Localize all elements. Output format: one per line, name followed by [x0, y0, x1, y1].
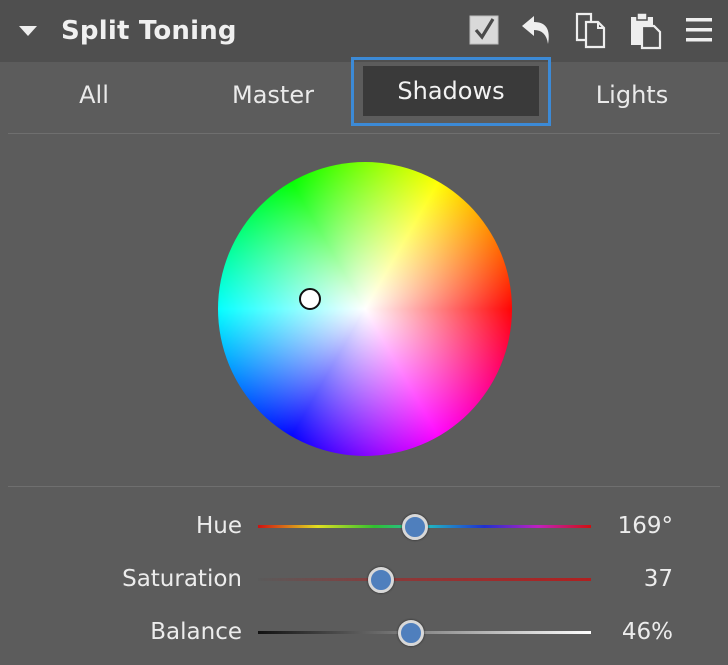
panel-header: Split Toning	[0, 0, 728, 62]
divider	[8, 133, 720, 134]
hue-slider-knob[interactable]	[401, 514, 428, 540]
panel-title: Split Toning	[61, 16, 237, 46]
undo-icon[interactable]	[520, 10, 554, 50]
saturation-slider-track[interactable]	[258, 578, 591, 581]
balance-label: Balance	[150, 619, 242, 645]
saturation-value[interactable]: 37	[644, 566, 673, 592]
collapse-arrow-icon[interactable]	[19, 26, 37, 36]
balance-value[interactable]: 46%	[622, 619, 673, 645]
balance-slider-track[interactable]	[258, 631, 591, 634]
tab-shadows-label: Shadows	[363, 66, 539, 116]
balance-slider-knob[interactable]	[398, 620, 425, 646]
tab-lights[interactable]: Lights	[582, 62, 682, 132]
saturation-slider-knob[interactable]	[368, 567, 395, 593]
color-wheel-handle[interactable]	[299, 288, 321, 310]
tab-shadows[interactable]: Shadows	[351, 57, 551, 126]
tab-master[interactable]: Master	[213, 62, 333, 132]
divider	[8, 486, 720, 487]
saturation-label: Saturation	[122, 566, 242, 592]
menu-icon[interactable]	[682, 10, 716, 50]
paste-icon[interactable]	[628, 10, 662, 50]
hue-label: Hue	[195, 513, 242, 539]
hue-value[interactable]: 169°	[618, 513, 673, 539]
tab-all[interactable]: All	[54, 62, 134, 132]
copy-icon[interactable]	[574, 10, 608, 50]
checkbox-checked-icon[interactable]	[467, 10, 501, 50]
color-wheel[interactable]	[218, 162, 512, 456]
tone-range-tabs: All Master Shadows Lights	[0, 57, 728, 132]
